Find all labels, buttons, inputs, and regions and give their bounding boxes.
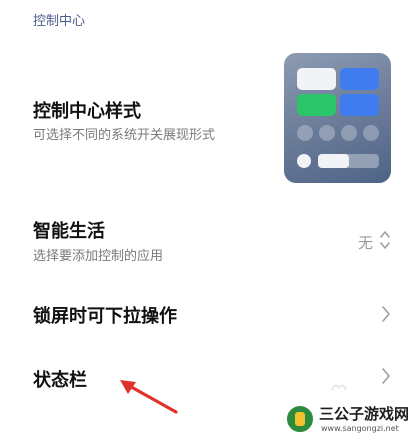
watermark-url: www.sangongzi.net [321,424,399,433]
control-center-style-preview[interactable] [284,53,391,183]
smart-life-subtitle: 选择要添加控制的应用 [33,249,164,264]
preview-toggle-dot [319,125,335,141]
smart-life-item[interactable]: 智能生活 选择要添加控制的应用 无 [0,205,413,280]
preview-brightness-bar [318,154,379,168]
watermark: 三公子游戏网 www.sangongzi.net [285,402,409,436]
red-arrow-annotation-icon [120,380,178,414]
smart-life-value: 无 [357,234,373,252]
chevron-right-icon [382,368,390,384]
status-bar-item[interactable]: 状态栏 [0,355,413,405]
preview-toggle-dot [297,125,313,141]
preview-toggle-dot [341,125,357,141]
watermark-name: 三公子游戏网 [319,405,410,423]
faint-mark-icon [331,384,347,391]
chevron-right-icon [382,306,390,322]
lock-screen-pull-down-item[interactable]: 锁屏时可下拉操作 [0,290,413,340]
chevron-up-down-icon [380,231,390,249]
section-header: 控制中心 [33,14,86,29]
status-bar-title: 状态栏 [33,370,87,391]
preview-tile [297,94,336,116]
preview-brightness-icon [297,154,311,168]
preview-toggle-dot [363,125,379,141]
preview-tile [340,68,379,90]
watermark-logo-icon [285,404,315,434]
control-center-style-subtitle: 可选择不同的系统开关展现形式 [33,128,216,143]
control-center-style-title: 控制中心样式 [33,101,141,122]
preview-brightness-fill [318,154,349,168]
control-center-style-item[interactable]: 控制中心样式 可选择不同的系统开关展现形式 [0,45,413,195]
preview-tile [340,94,379,116]
preview-tile [297,68,336,90]
lock-screen-pull-down-title: 锁屏时可下拉操作 [33,306,177,327]
smart-life-title: 智能生活 [33,221,105,242]
